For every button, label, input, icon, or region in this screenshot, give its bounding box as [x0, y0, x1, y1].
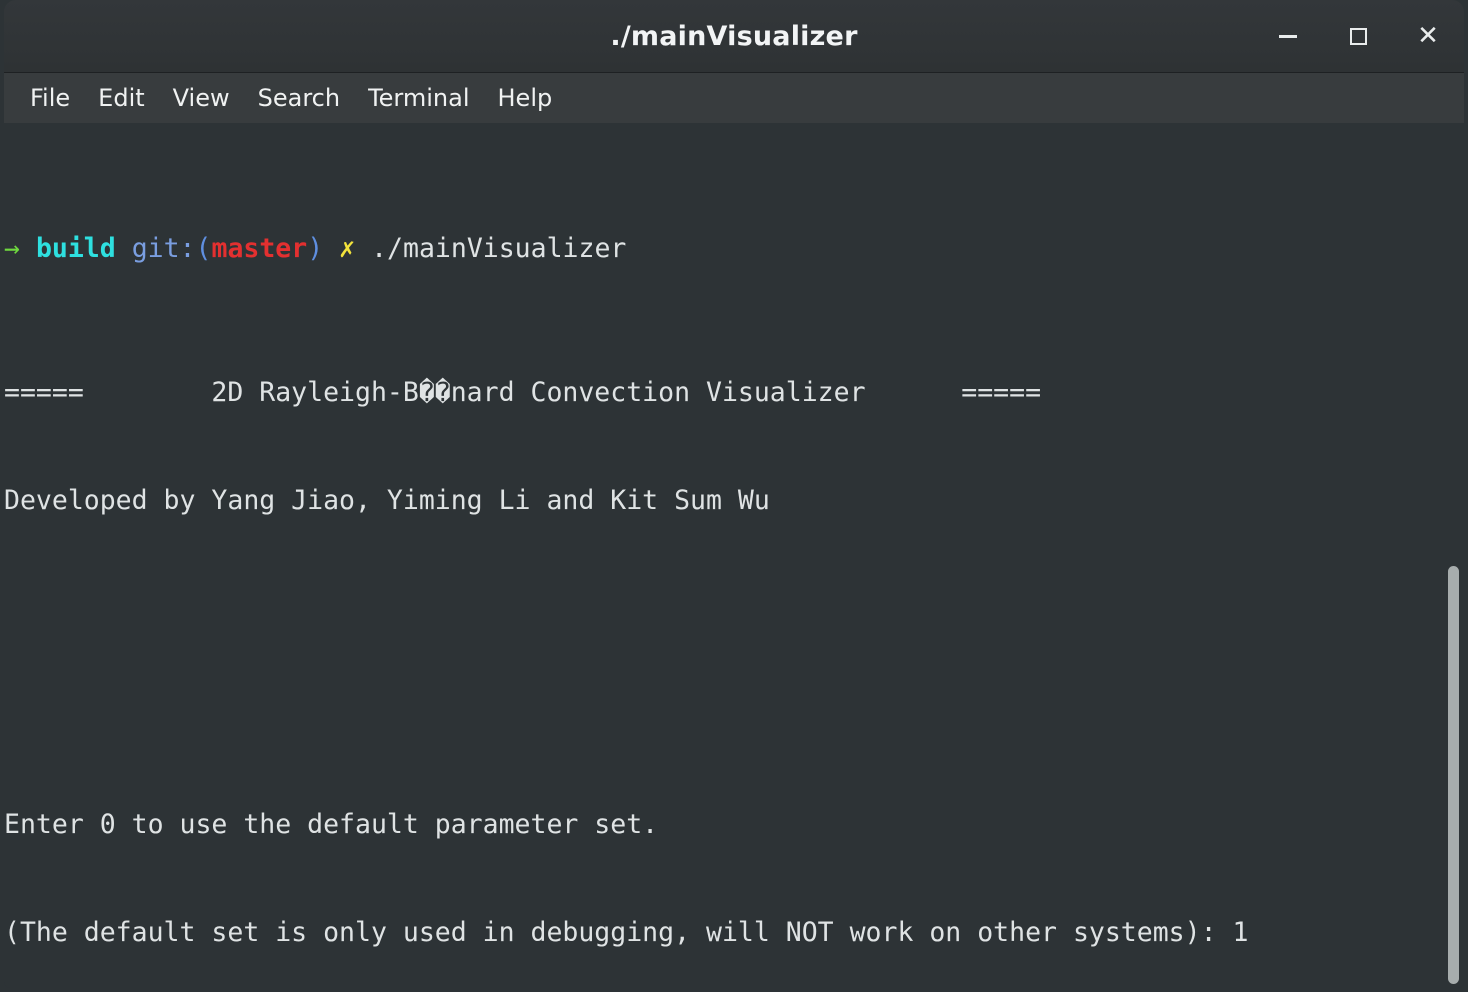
menu-item-file[interactable]: File: [16, 82, 84, 114]
minimize-icon: [1279, 34, 1297, 38]
close-button[interactable]: ✕: [1410, 18, 1446, 54]
prompt-git-label: git:: [131, 233, 196, 264]
terminal-window: ./mainVisualizer ✕ File Edit View Search…: [0, 0, 1468, 992]
terminal-scrollbar[interactable]: [1442, 123, 1464, 988]
terminal-scrollbar-thumb[interactable]: [1448, 566, 1459, 984]
prompt-dirty-flag-icon: ✗: [339, 233, 356, 264]
close-icon: ✕: [1417, 21, 1439, 51]
prompt-command: ./mainVisualizer: [371, 233, 627, 264]
menu-item-help[interactable]: Help: [484, 82, 567, 114]
output-line-blank-2: [4, 699, 1280, 735]
prompt-directory: build: [35, 233, 116, 264]
minimize-button[interactable]: [1270, 18, 1306, 54]
window-titlebar[interactable]: ./mainVisualizer ✕: [4, 0, 1464, 73]
output-line-banner: ===== 2D Rayleigh-B��nard Convection Vis…: [4, 377, 1042, 408]
window-controls: ✕: [1270, 0, 1446, 72]
prompt-paren-open: (: [195, 233, 212, 264]
output-line-default-set: Enter 0 to use the default parameter set…: [4, 809, 659, 840]
terminal-text: → build git:(master) ✗ ./mainVisualizer …: [4, 123, 1280, 988]
terminal-output-area[interactable]: → build git:(master) ✗ ./mainVisualizer …: [4, 123, 1464, 988]
output-line-debug-note: (The default set is only used in debuggi…: [4, 917, 1249, 948]
window-title: ./mainVisualizer: [610, 20, 858, 52]
shell-prompt-line: → build git:(master) ✗ ./mainVisualizer: [4, 231, 1280, 267]
maximize-icon: [1349, 27, 1367, 45]
prompt-git-branch: master: [211, 233, 308, 264]
maximize-button[interactable]: [1340, 18, 1376, 54]
menu-item-view[interactable]: View: [159, 82, 244, 114]
menu-item-edit[interactable]: Edit: [84, 82, 158, 114]
menu-item-terminal[interactable]: Terminal: [354, 82, 483, 114]
prompt-paren-close: ): [307, 233, 324, 264]
output-line-credits: Developed by Yang Jiao, Yiming Li and Ki…: [4, 485, 770, 516]
menubar: File Edit View Search Terminal Help: [4, 73, 1464, 123]
output-line-blank-1: [4, 591, 1280, 627]
menu-item-search[interactable]: Search: [244, 82, 354, 114]
prompt-arrow-icon: →: [4, 233, 20, 264]
